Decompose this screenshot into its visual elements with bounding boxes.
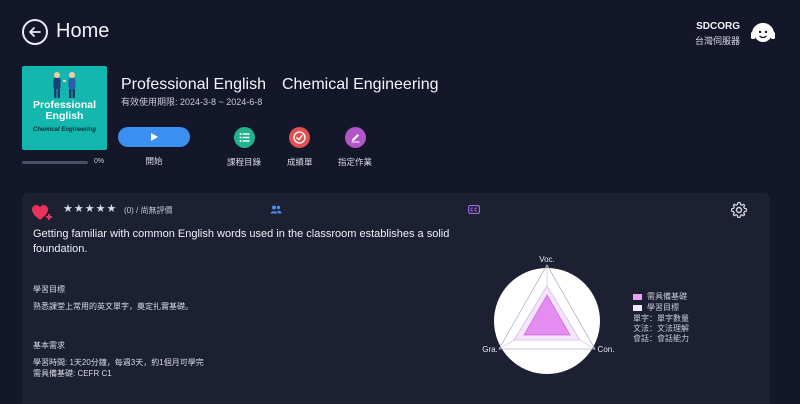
list-icon	[239, 133, 249, 142]
catalog-action: 課程目錄	[227, 127, 261, 168]
start-label: 開始	[145, 156, 163, 166]
customer-service-icon[interactable]	[748, 18, 778, 48]
gear-icon[interactable]	[730, 201, 748, 219]
check-circle-icon	[293, 131, 306, 144]
requirement-level: 需具備基礎: CEFR C1	[33, 369, 112, 378]
start-button[interactable]	[118, 127, 190, 147]
catalog-label: 課程目錄	[227, 157, 262, 167]
requirement-time: 學習時間: 1天20分鐘，每週3天，約1個月可學完	[33, 358, 204, 367]
goal-title: 學習目標	[33, 285, 65, 294]
closed-caption-icon	[468, 205, 480, 214]
back-button[interactable]	[22, 19, 48, 45]
add-favorite-heart-icon[interactable]	[32, 204, 54, 222]
radar-label-con: Con.	[598, 345, 615, 354]
requirement-title: 基本需求	[33, 341, 65, 350]
assignment-label: 指定作業	[338, 157, 373, 167]
arrow-left-icon	[29, 27, 41, 37]
star-icon[interactable]: ★	[63, 203, 73, 215]
radar-legend: 需具備基礎 學習目標 單字：單字數量 文法：文法理解 會話：會話能力	[633, 292, 689, 344]
support-name: SDCORG	[696, 21, 740, 32]
legend-item-base: 需具備基礎	[633, 292, 689, 302]
support-info: SDCORG 台灣伺服器	[695, 21, 740, 47]
rating-stars[interactable]: ★ ★ ★ ★ ★	[63, 203, 116, 215]
course-info-card: ★ ★ ★ ★ ★ (0) / 尚無評價 Getting familiar with c…	[22, 193, 770, 404]
course-progress-bar	[22, 161, 88, 164]
legend-note-conversation: 會話：會話能力	[633, 334, 689, 343]
legend-item-goal: 學習目標	[633, 303, 689, 313]
star-icon[interactable]: ★	[107, 203, 117, 215]
cover-title: Professional English	[32, 99, 97, 122]
legend-label-goal: 學習目標	[647, 303, 679, 312]
grades-label: 成績單	[287, 157, 313, 167]
page-title: Home	[56, 20, 110, 42]
cover-subtitle: Chemical Engineering	[32, 127, 96, 133]
business-people-icon	[53, 72, 76, 98]
goal-text: 熟悉課堂上常用的英文單字，奠定扎實基礎。	[33, 302, 193, 311]
pencil-icon	[351, 134, 359, 143]
legend-note-vocab: 單字：單字數量	[633, 314, 689, 323]
legend-label-base: 需具備基礎	[647, 292, 687, 301]
people-icon	[270, 205, 282, 214]
course-title: Professional English Chemical Engineerin…	[121, 76, 439, 93]
grades-action: 成績單	[287, 127, 313, 168]
start-action: 開始	[118, 127, 190, 167]
radar-label-voc: Voc.	[539, 255, 555, 264]
rating-text: (0) / 尚無評價	[124, 206, 173, 215]
legend-swatch-goal	[633, 305, 642, 311]
skill-radar-chart: Voc. Gra. Con.	[482, 255, 615, 374]
star-icon[interactable]: ★	[74, 203, 84, 215]
validity-period: 有效使用期限: 2024-3-8 ~ 2024-6-8	[121, 97, 263, 107]
catalog-button[interactable]	[233, 127, 255, 148]
course-cover-image: Professional English Chemical Engineerin…	[22, 66, 107, 150]
play-icon	[151, 133, 158, 141]
radar-label-gra: Gra.	[482, 345, 498, 354]
star-icon[interactable]: ★	[85, 203, 95, 215]
star-icon[interactable]: ★	[96, 203, 106, 215]
assignment-button[interactable]	[344, 127, 366, 148]
legend-swatch-base	[633, 294, 642, 300]
header: Home SDCORG 台灣伺服器	[0, 0, 800, 62]
course-description: Getting familiar with common English wor…	[33, 228, 450, 255]
grades-button[interactable]	[289, 127, 311, 148]
assignment-action: 指定作業	[338, 127, 372, 168]
legend-note-grammar: 文法：文法理解	[633, 324, 689, 333]
progress-label: 0%	[94, 158, 105, 165]
support-subtitle: 台灣伺服器	[694, 36, 740, 46]
